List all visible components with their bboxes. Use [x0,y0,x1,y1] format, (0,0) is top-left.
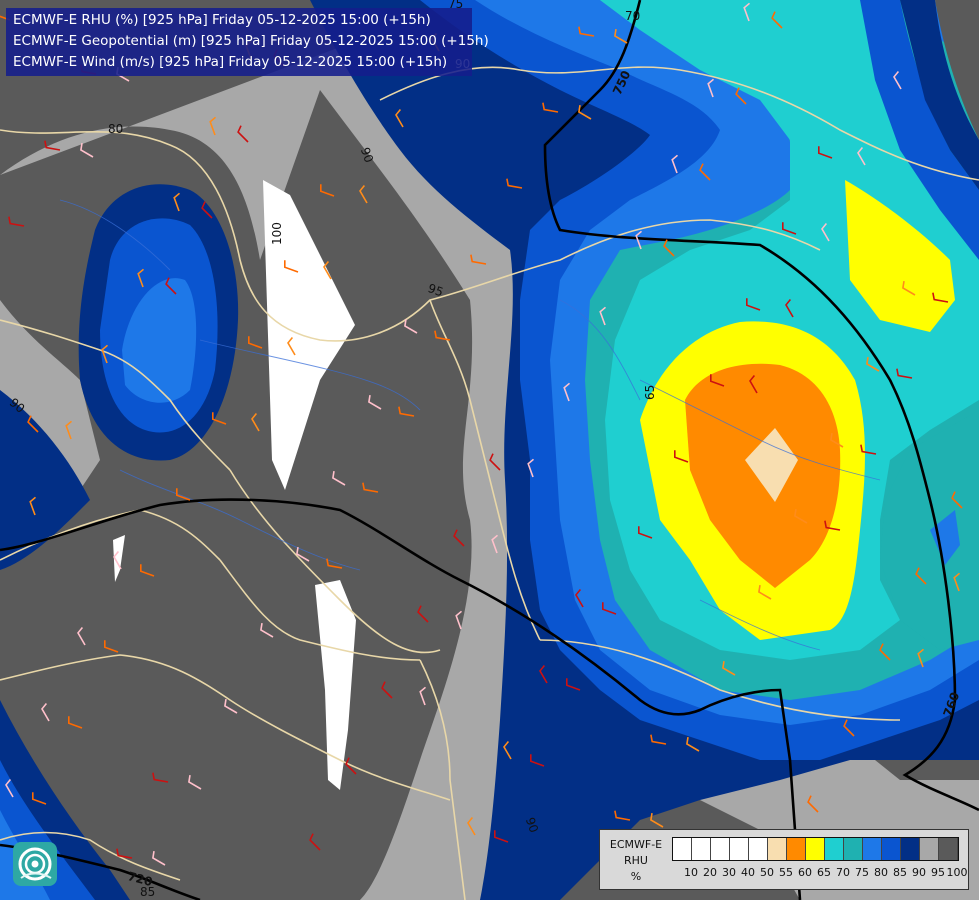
legend-swatch [673,838,692,860]
legend-tick: 95 [931,866,945,879]
legend-tick: 60 [798,866,812,879]
ecmwf-logo [13,842,57,886]
legend-tick: 75 [855,866,869,879]
legend-tick: 85 [893,866,907,879]
contour-label-100: 100 [270,222,284,245]
legend-swatch [939,838,958,860]
legend-swatch [825,838,844,860]
legend-tick: 20 [703,866,717,879]
title-rhu: ECMWF-E RHU (%) [925 hPa] Friday 05-12-2… [13,12,431,28]
legend-tick: 65 [817,866,831,879]
legend-swatch [711,838,730,860]
legend-swatch [730,838,749,860]
legend-tick: 90 [912,866,926,879]
legend-tick: 10 [684,866,698,879]
legend-color-scale [672,837,959,861]
legend-tick: 30 [722,866,736,879]
legend-model: ECMWF-E [609,838,663,851]
legend-variable: RHU [624,854,648,867]
contour-label-65: 65 [643,385,657,400]
legend-swatch [863,838,882,860]
legend-swatch [901,838,920,860]
rhu-legend: ECMWF-E RHU % 10 20 30 40 50 55 60 65 70 75 80 85 90… [599,829,969,890]
legend-unit: % [630,870,642,883]
title-geopotential: ECMWF-E Geopotential (m) [925 hPa] Frida… [13,33,489,49]
map-title-panel: ECMWF-E RHU (%) [925 hPa] Friday 05-12-2… [6,8,489,76]
contour-label-70: 70 [625,9,640,23]
legend-tick-labels: 10 20 30 40 50 55 60 65 70 75 80 85 90 95 100 [672,866,972,880]
legend-tick: 80 [874,866,888,879]
legend-swatch [692,838,711,860]
legend-swatch [844,838,863,860]
legend-swatch [787,838,806,860]
legend-swatch [806,838,825,860]
title-wind: ECMWF-E Wind (m/s) [925 hPa] Friday 05-1… [13,54,448,70]
legend-tick: 70 [836,866,850,879]
legend-tick: 50 [760,866,774,879]
legend-tick: 40 [741,866,755,879]
contour-label-80: 80 [108,122,123,136]
contour-label-85: 85 [140,885,155,899]
legend-swatch [882,838,901,860]
forecast-map[interactable]: 70 750 100 95 65 90 90 90 90 720 85 760 … [0,0,979,900]
legend-swatch [920,838,939,860]
legend-tick: 100 [946,866,968,879]
legend-tick: 55 [779,866,793,879]
legend-swatch [749,838,768,860]
legend-swatch [768,838,787,860]
